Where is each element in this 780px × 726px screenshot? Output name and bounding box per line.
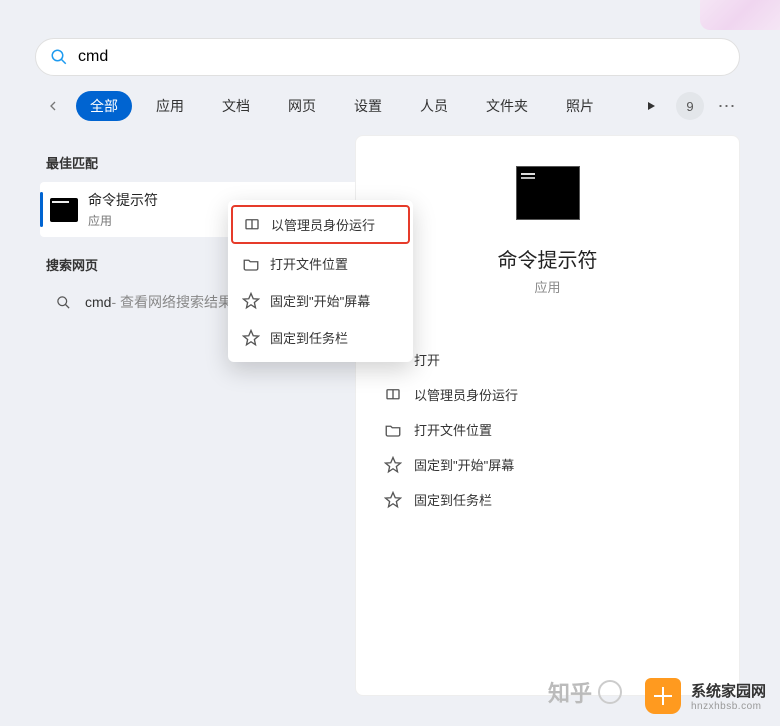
brand-url: hnzxhbsb.com <box>691 701 766 712</box>
folder-icon <box>384 421 402 439</box>
zhihu-text: 知乎 <box>548 676 592 708</box>
web-term: cmd <box>85 294 111 310</box>
ctx-run-as-admin[interactable]: 以管理员身份运行 <box>231 205 410 244</box>
search-icon <box>50 48 68 66</box>
filter-web[interactable]: 网页 <box>274 91 330 121</box>
filter-people[interactable]: 人员 <box>406 91 462 121</box>
action-label: 以管理员身份运行 <box>414 385 518 404</box>
more-button[interactable]: ⋯ <box>714 96 740 117</box>
filter-apps[interactable]: 应用 <box>142 91 198 121</box>
pin-icon <box>242 329 260 347</box>
action-label: 打开文件位置 <box>414 420 492 439</box>
filter-settings[interactable]: 设置 <box>340 91 396 121</box>
pin-icon <box>384 456 402 474</box>
action-open-file-location[interactable]: 打开文件位置 <box>382 412 713 447</box>
preview-actions: 打开 以管理员身份运行 打开文件位置 固定到"开始"屏幕 固定到任务栏 <box>356 342 739 517</box>
filter-photos[interactable]: 照片 <box>552 91 608 121</box>
search-panel: 全部 应用 文档 网页 设置 人员 文件夹 照片 9 ⋯ 最佳匹配 命令提示符 … <box>10 10 770 716</box>
ctx-label: 固定到任务栏 <box>270 328 348 347</box>
best-match-header: 最佳匹配 <box>46 153 360 172</box>
action-label: 打开 <box>414 350 440 369</box>
brand-name: 系统家园网 <box>691 680 766 701</box>
action-open[interactable]: 打开 <box>382 342 713 377</box>
ctx-label: 打开文件位置 <box>270 254 348 273</box>
action-label: 固定到"开始"屏幕 <box>414 455 514 474</box>
action-pin-to-taskbar[interactable]: 固定到任务栏 <box>382 482 713 517</box>
search-icon <box>56 295 71 310</box>
filter-folders[interactable]: 文件夹 <box>472 91 542 121</box>
ctx-pin-to-taskbar[interactable]: 固定到任务栏 <box>228 319 413 356</box>
cmd-icon <box>50 198 78 222</box>
shield-icon <box>384 386 402 404</box>
brand-logo-icon <box>645 678 681 714</box>
best-match-subtitle: 应用 <box>88 212 158 229</box>
ctx-label: 以管理员身份运行 <box>271 215 375 234</box>
web-suffix: - 查看网络搜索结果 <box>111 292 232 312</box>
ctx-open-file-location[interactable]: 打开文件位置 <box>228 245 413 282</box>
play-button[interactable] <box>636 91 666 121</box>
best-match-title: 命令提示符 <box>88 190 158 210</box>
ctx-label: 固定到"开始"屏幕 <box>270 291 370 310</box>
search-bar[interactable] <box>35 38 740 76</box>
action-pin-to-start[interactable]: 固定到"开始"屏幕 <box>382 447 713 482</box>
preview-cmd-icon <box>516 166 580 220</box>
preview-title: 命令提示符 <box>498 244 598 273</box>
filter-docs[interactable]: 文档 <box>208 91 264 121</box>
count-badge[interactable]: 9 <box>676 92 704 120</box>
pin-icon <box>384 491 402 509</box>
folder-icon <box>242 255 260 273</box>
filter-row: 全部 应用 文档 网页 设置 人员 文件夹 照片 9 ⋯ <box>40 90 740 122</box>
brand-watermark: 系统家园网 hnzxhbsb.com <box>645 678 766 714</box>
shield-icon <box>243 216 261 234</box>
ctx-pin-to-start[interactable]: 固定到"开始"屏幕 <box>228 282 413 319</box>
zhihu-watermark: 知乎 <box>548 676 622 708</box>
action-label: 固定到任务栏 <box>414 490 492 509</box>
preview-subtitle: 应用 <box>534 277 560 296</box>
filter-all[interactable]: 全部 <box>76 91 132 121</box>
zhihu-logo-icon <box>598 680 622 704</box>
pin-icon <box>242 292 260 310</box>
context-menu: 以管理员身份运行 打开文件位置 固定到"开始"屏幕 固定到任务栏 <box>228 200 413 362</box>
search-input[interactable] <box>78 48 725 66</box>
action-run-as-admin[interactable]: 以管理员身份运行 <box>382 377 713 412</box>
back-button[interactable] <box>40 93 66 119</box>
